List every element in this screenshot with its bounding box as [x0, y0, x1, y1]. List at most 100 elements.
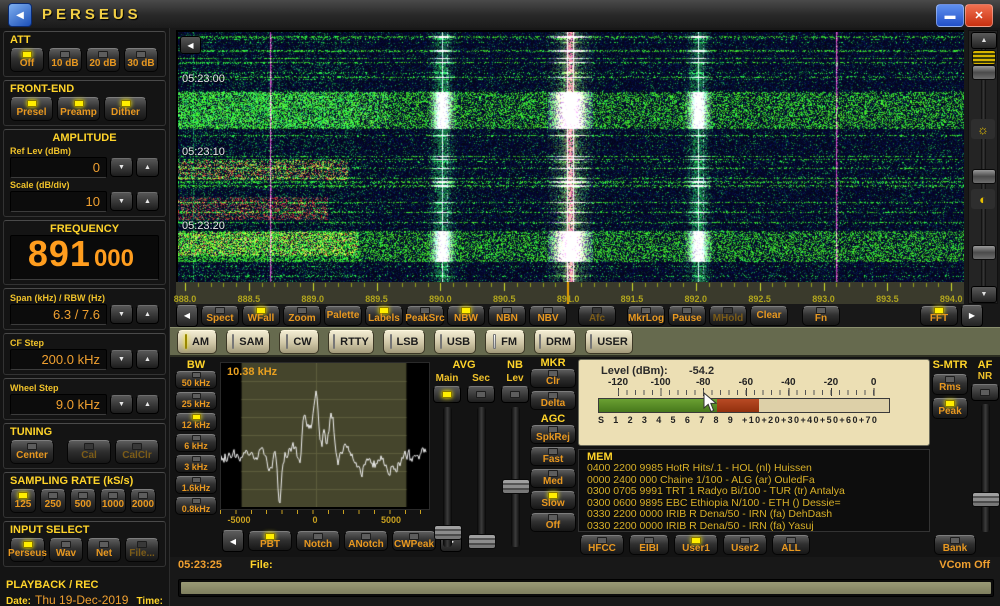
- mode-sam[interactable]: SAM: [226, 330, 270, 354]
- toolbar-spect[interactable]: Spect: [201, 306, 239, 326]
- mem-bank-hfcc[interactable]: HFCC: [580, 535, 624, 555]
- bank-button[interactable]: Bank: [934, 535, 976, 555]
- toolbar-fn[interactable]: Fn: [802, 306, 840, 326]
- mode-rtty[interactable]: RTTY: [328, 330, 374, 354]
- close-button[interactable]: ✕: [965, 4, 993, 27]
- palette-handle[interactable]: [972, 50, 996, 65]
- avg-main-toggle[interactable]: [433, 386, 461, 403]
- nb-lev-toggle[interactable]: [501, 386, 529, 403]
- cf-step-up-icon[interactable]: ▲: [136, 350, 159, 369]
- tuning-center[interactable]: Center: [10, 440, 54, 464]
- scale-down-icon[interactable]: ▼: [110, 192, 133, 211]
- minimize-button[interactable]: ▬: [936, 4, 964, 27]
- mode-lsb[interactable]: LSB: [383, 330, 425, 354]
- smtr-peak[interactable]: Peak: [932, 398, 968, 419]
- mode-user[interactable]: USER: [585, 330, 633, 354]
- if-spectrum-canvas[interactable]: [221, 363, 427, 507]
- toolbar-right-icon[interactable]: ▶: [961, 305, 983, 327]
- sampling-rate-1000[interactable]: 1000: [100, 489, 126, 513]
- cf-step-down-icon[interactable]: ▼: [110, 350, 133, 369]
- bw-filter-6-khz[interactable]: 6 kHz: [175, 434, 217, 452]
- bw-tool-anotch[interactable]: ANotch: [344, 531, 388, 551]
- agc-spkrej[interactable]: SpkRej: [530, 425, 576, 444]
- toolbar-afc[interactable]: Afc: [578, 306, 616, 326]
- toolbar-zoom[interactable]: Zoom: [283, 306, 321, 326]
- mem-bank-user2[interactable]: User2: [723, 535, 767, 555]
- span-down-icon[interactable]: ▼: [110, 305, 133, 324]
- ref-lev-up-icon[interactable]: ▲: [136, 158, 159, 177]
- sampling-rate-2000[interactable]: 2000: [130, 489, 156, 513]
- af-nr-toggle[interactable]: [971, 384, 999, 401]
- memory-list[interactable]: MEM 0400 2200 9985 HotR Hits/.1 - HOL (n…: [578, 449, 930, 532]
- frequency-scale[interactable]: 888.0888.5889.0889.5890.0890.5891.0891.5…: [176, 282, 964, 304]
- toolbar-wfall[interactable]: WFall: [242, 306, 280, 326]
- att-20-db[interactable]: 20 dB: [86, 48, 120, 72]
- mem-row[interactable]: 0300 0705 9991 TRT 1 Radyo Bi/100 - TUR …: [587, 486, 921, 498]
- waterfall-canvas[interactable]: [178, 32, 964, 282]
- att-30-db[interactable]: 30 dB: [124, 48, 158, 72]
- toolbar-nbv[interactable]: NBV: [529, 306, 567, 326]
- bw-filter-3-khz[interactable]: 3 kHz: [175, 455, 217, 473]
- cf-step-field[interactable]: 200.0 kHz: [10, 349, 107, 370]
- att-off[interactable]: Off: [10, 48, 44, 72]
- bw-tool-cwpeak[interactable]: CWPeak: [392, 531, 436, 551]
- toolbar-left-icon[interactable]: ◀: [176, 305, 198, 327]
- smtr-rms[interactable]: Rms: [932, 374, 968, 395]
- mkr-clr[interactable]: Clr: [530, 369, 576, 388]
- bw-filter-1-6khz[interactable]: 1.6kHz: [175, 476, 217, 494]
- toolbar-palette[interactable]: Palette: [324, 306, 362, 326]
- mode-fm[interactable]: FM: [485, 330, 525, 354]
- input-net[interactable]: Net: [87, 538, 121, 562]
- toolbar-nbn[interactable]: NBN: [488, 306, 526, 326]
- bw-filter-50-khz[interactable]: 50 kHz: [175, 371, 217, 389]
- sampling-rate-125[interactable]: 125: [10, 489, 36, 513]
- mkr-delta[interactable]: Delta: [530, 391, 576, 410]
- mode-drm[interactable]: DRM: [534, 330, 576, 354]
- frequency-display[interactable]: 891 000: [10, 235, 159, 280]
- nb-lev-slider[interactable]: [511, 407, 520, 547]
- front-end-dither[interactable]: Dither: [104, 97, 147, 121]
- strip-up-icon[interactable]: ▲: [971, 32, 997, 49]
- bw-filter-0-8khz[interactable]: 0.8kHz: [175, 497, 217, 515]
- mem-bank-user1[interactable]: User1: [674, 535, 718, 555]
- strip-down-icon[interactable]: ▼: [971, 286, 997, 303]
- mode-am[interactable]: AM: [177, 330, 217, 354]
- bw-filter-25-khz[interactable]: 25 kHz: [175, 392, 217, 410]
- af-nr-handle[interactable]: [972, 492, 1000, 507]
- nb-lev-handle[interactable]: [502, 479, 530, 494]
- mem-row[interactable]: 0330 2200 0000 IRIB R Dena/50 - IRN (fa)…: [587, 521, 921, 533]
- bw-filter-12-khz[interactable]: 12 kHz: [175, 413, 217, 431]
- toolbar-peaksrc[interactable]: PeakSrc: [406, 306, 444, 326]
- agc-slow[interactable]: Slow: [530, 491, 576, 510]
- wheel-step-down-icon[interactable]: ▼: [110, 395, 133, 414]
- mem-row[interactable]: 0330 2200 0000 IRIB R Dena/50 - IRN (fa)…: [587, 509, 921, 521]
- mode-usb[interactable]: USB: [434, 330, 476, 354]
- sampling-rate-500[interactable]: 500: [70, 489, 96, 513]
- wheel-step-up-icon[interactable]: ▲: [136, 395, 159, 414]
- mode-cw[interactable]: CW: [279, 330, 319, 354]
- front-end-preamp[interactable]: Preamp: [57, 97, 100, 121]
- wheel-step-field[interactable]: 9.0 kHz: [10, 394, 107, 415]
- toolbar-mhold[interactable]: MHold: [709, 306, 747, 326]
- agc-fast[interactable]: Fast: [530, 447, 576, 466]
- scale-field[interactable]: 10: [10, 191, 107, 212]
- mem-bank-all[interactable]: ALL: [772, 535, 810, 555]
- avg-sec-toggle[interactable]: [467, 386, 495, 403]
- ref-lev-field[interactable]: 0: [10, 157, 107, 178]
- bw-tool-pbt[interactable]: PBT: [248, 531, 292, 551]
- waterfall-back-icon[interactable]: ◀: [180, 36, 201, 54]
- bw-tool-notch[interactable]: Notch: [296, 531, 340, 551]
- toolbar-mkrlog[interactable]: MkrLog: [627, 306, 665, 326]
- af-nr-slider[interactable]: [981, 404, 990, 532]
- span-up-icon[interactable]: ▲: [136, 305, 159, 324]
- avg-main-handle[interactable]: [434, 525, 462, 540]
- att-10-db[interactable]: 10 dB: [48, 48, 82, 72]
- input-file[interactable]: File...: [125, 538, 159, 562]
- avg-main-slider[interactable]: [443, 407, 452, 547]
- sampling-rate-250[interactable]: 250: [40, 489, 66, 513]
- agc-med[interactable]: Med: [530, 469, 576, 488]
- input-perseus[interactable]: Perseus: [10, 538, 45, 562]
- toolbar-nbw[interactable]: NBW: [447, 306, 485, 326]
- avg-sec-handle[interactable]: [468, 534, 496, 549]
- avg-sec-slider[interactable]: [477, 407, 486, 547]
